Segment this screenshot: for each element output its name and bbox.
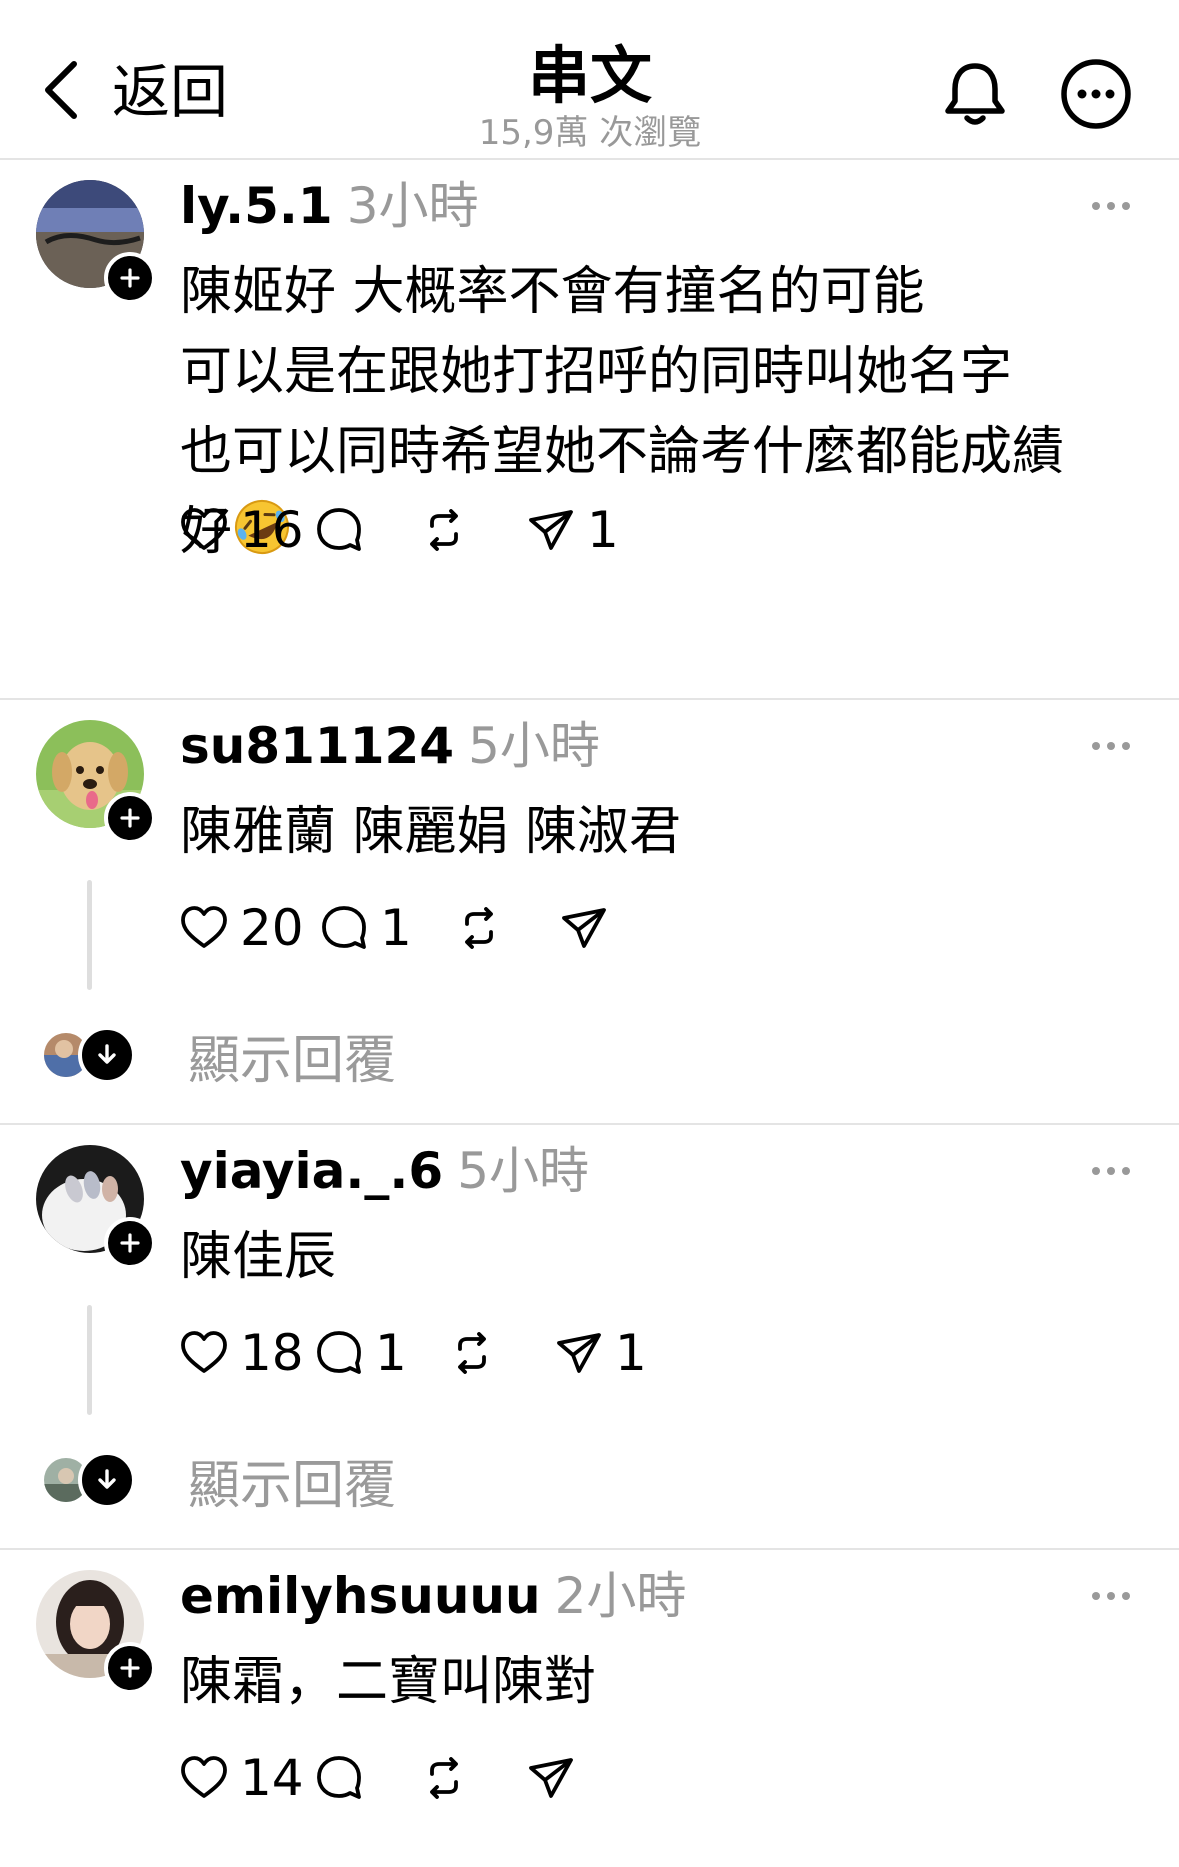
view-count: 15,9萬 次瀏覽 — [478, 113, 702, 154]
page-title: 串文 — [527, 39, 652, 112]
bell-icon[interactable] — [937, 56, 1013, 132]
comment-bubble-icon — [317, 508, 361, 551]
share-button[interactable] — [558, 898, 620, 958]
comment-text: 陳佳辰 — [180, 1217, 1150, 1297]
follow-button[interactable] — [104, 1642, 156, 1694]
ellipsis-icon[interactable] — [1090, 1584, 1132, 1608]
heart-icon — [181, 508, 227, 550]
username[interactable]: su811124 — [180, 717, 454, 775]
heart-icon — [181, 1331, 227, 1373]
back-button[interactable]: 返回 — [40, 52, 228, 132]
comment-meta: yiayia._.6 5小時 — [180, 1141, 589, 1201]
text-line: 陳雅蘭 陳麗娟 陳淑君 — [180, 802, 682, 862]
timestamp: 5小時 — [457, 1142, 589, 1200]
comment-item: yiayia._.6 5小時 陳佳辰 18 1 1 顯示回覆 — [0, 1125, 1179, 1550]
comment-text: 陳雅蘭 陳麗娟 陳淑君 — [180, 792, 1150, 872]
top-bar: 返回 串文 15,9萬 次瀏覽 — [0, 0, 1179, 160]
repost-icon — [430, 1757, 458, 1799]
plus-icon — [120, 1233, 140, 1253]
share-button[interactable]: 1 — [553, 1323, 647, 1383]
comment-item: su811124 5小時 陳雅蘭 陳麗娟 陳淑君 20 1 顯示回覆 — [0, 700, 1179, 1125]
comment-text: 陳霜，二寶叫陳對 — [180, 1642, 1150, 1722]
text-line: 陳姬好 大概率不會有撞名的可能 — [180, 262, 925, 322]
reply-button[interactable]: 1 — [318, 898, 412, 958]
comment-bubble-icon — [322, 906, 366, 949]
ellipsis-icon[interactable] — [1090, 1159, 1132, 1183]
timestamp: 3小時 — [346, 177, 479, 235]
follow-button[interactable] — [104, 1217, 156, 1269]
reply-button[interactable]: 1 — [313, 1323, 407, 1383]
like-button[interactable]: 16 — [178, 500, 304, 560]
ellipsis-icon[interactable] — [1090, 194, 1132, 218]
username[interactable]: yiayia._.6 — [180, 1142, 443, 1200]
like-count: 18 — [240, 1324, 304, 1382]
plus-icon — [120, 1658, 140, 1678]
repost-button[interactable] — [418, 1748, 470, 1808]
back-label: 返回 — [112, 58, 229, 126]
heart-icon — [181, 1756, 227, 1798]
repost-icon — [430, 509, 458, 551]
share-count: 1 — [615, 1324, 647, 1382]
ellipsis-icon[interactable] — [1090, 734, 1132, 758]
like-count: 16 — [240, 501, 304, 559]
reply-button[interactable] — [313, 1748, 375, 1808]
text-line: 也可以同時希望她不論考什麼都能成績 — [180, 422, 1065, 482]
like-button[interactable]: 14 — [178, 1748, 304, 1808]
reply-count: 1 — [380, 899, 412, 957]
comment-meta: ly.5.1 3小時 — [180, 176, 479, 236]
like-count: 14 — [240, 1749, 304, 1807]
share-count: 1 — [587, 501, 619, 559]
send-icon — [529, 510, 573, 550]
repost-icon — [458, 1332, 486, 1374]
comment-meta: su811124 5小時 — [180, 716, 600, 776]
like-button[interactable]: 20 — [178, 898, 304, 958]
show-replies-label: 顯示回覆 — [188, 1455, 397, 1516]
comment-meta: emilyhsuuuu 2小時 — [180, 1566, 686, 1626]
repost-icon — [465, 907, 493, 949]
plus-icon — [120, 808, 140, 828]
plus-icon — [120, 268, 140, 288]
thread-line — [87, 1305, 92, 1415]
comment-bubble-icon — [317, 1756, 361, 1799]
heart-icon — [181, 906, 227, 948]
text-line: 陳霜，二寶叫陳對 — [180, 1652, 597, 1712]
send-icon — [562, 908, 606, 948]
reply-count: 1 — [375, 1324, 407, 1382]
share-button[interactable]: 1 — [525, 500, 619, 560]
text-line: 陳佳辰 — [180, 1227, 337, 1287]
reply-button[interactable] — [313, 500, 375, 560]
timestamp: 2小時 — [554, 1567, 687, 1625]
username[interactable]: ly.5.1 — [180, 177, 333, 235]
chevron-left-icon — [40, 58, 84, 126]
show-replies-button[interactable]: 顯示回覆 — [44, 1025, 396, 1091]
thread-line — [87, 880, 92, 990]
more-circle-icon[interactable] — [1058, 56, 1134, 132]
follow-button[interactable] — [104, 252, 156, 304]
comment-bubble-icon — [317, 1331, 361, 1374]
repost-button[interactable] — [453, 898, 505, 958]
timestamp: 5小時 — [468, 717, 600, 775]
show-replies-label: 顯示回覆 — [188, 1030, 397, 1091]
comment-item: ly.5.1 3小時 陳姬好 大概率不會有撞名的可能 可以是在跟她打招呼的同時叫她… — [0, 160, 1179, 700]
text-line: 可以是在跟她打招呼的同時叫她名字 — [180, 342, 1013, 402]
send-icon — [529, 1758, 573, 1798]
follow-button[interactable] — [104, 792, 156, 844]
repost-button[interactable] — [418, 500, 470, 560]
arrow-down-icon — [78, 1026, 136, 1084]
share-button[interactable] — [525, 1748, 587, 1808]
like-count: 20 — [240, 899, 304, 957]
header-title-block: 串文 15,9萬 次瀏覽 — [390, 40, 790, 153]
send-icon — [557, 1333, 601, 1373]
comment-item: emilyhsuuuu 2小時 陳霜，二寶叫陳對 14 — [0, 1550, 1179, 1867]
like-button[interactable]: 18 — [178, 1323, 304, 1383]
show-replies-button[interactable]: 顯示回覆 — [44, 1450, 396, 1516]
repost-button[interactable] — [446, 1323, 498, 1383]
username[interactable]: emilyhsuuuu — [180, 1567, 541, 1625]
arrow-down-icon — [78, 1451, 136, 1509]
